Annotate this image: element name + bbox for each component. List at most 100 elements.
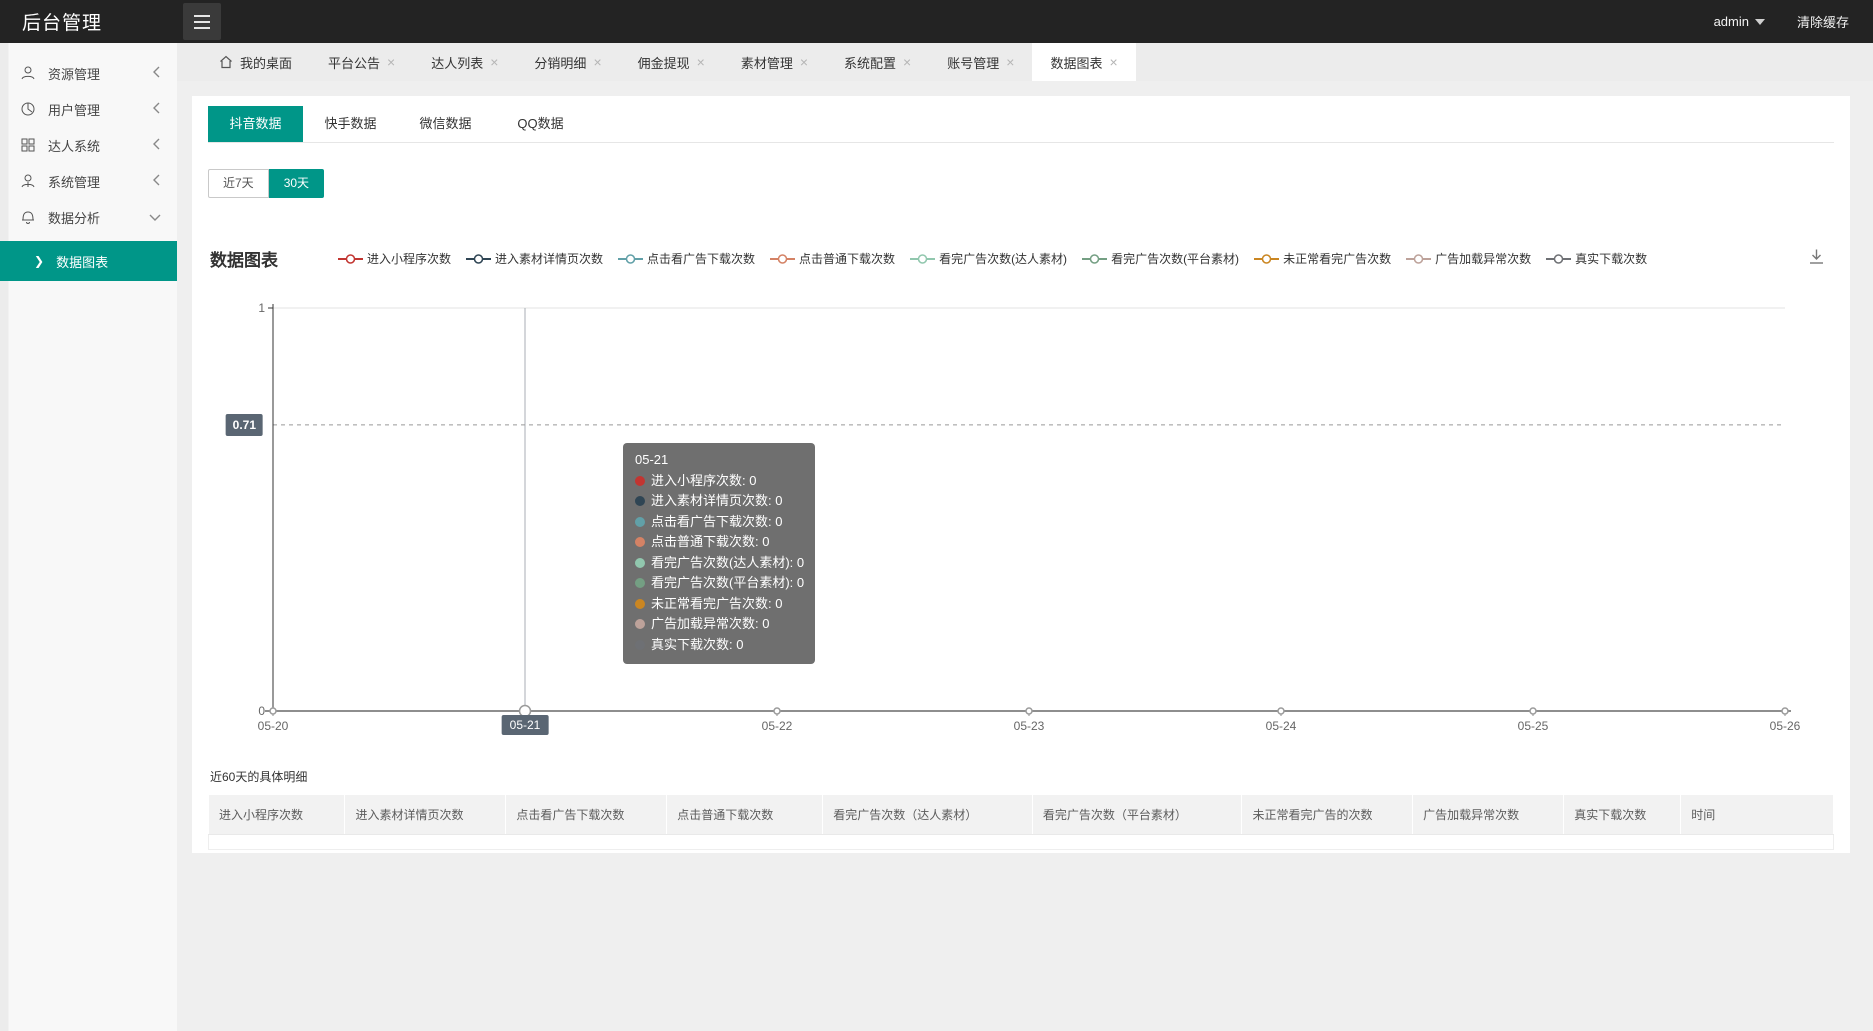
platform-tab-3[interactable]: 微信数据 bbox=[398, 106, 493, 142]
chart-legend: 进入小程序次数进入素材详情页次数点击看广告下载次数点击普通下载次数看完广告次数(… bbox=[338, 250, 1789, 267]
sidebar-subitem-data-chart[interactable]: ❯数据图表 bbox=[0, 241, 177, 281]
range-button-group: 近7天30天 bbox=[208, 169, 1850, 198]
legend-item-1[interactable]: 进入小程序次数 bbox=[338, 250, 451, 267]
user-menu[interactable]: admin bbox=[1696, 14, 1783, 29]
tooltip-series-dot bbox=[635, 537, 645, 547]
mark-line-label: 0.71 bbox=[226, 414, 263, 436]
hamburger-menu-icon[interactable] bbox=[183, 3, 221, 40]
tooltip-row-text: 进入素材详情页次数: 0 bbox=[651, 491, 782, 512]
table-header-4: 点击普通下载次数 bbox=[667, 795, 823, 835]
tooltip-row: 进入小程序次数: 0 bbox=[635, 471, 803, 492]
tooltip-series-dot bbox=[635, 496, 645, 506]
legend-item-4[interactable]: 点击普通下载次数 bbox=[770, 250, 895, 267]
table-empty-cell bbox=[1413, 835, 1564, 850]
window-tab-2[interactable]: 平台公告× bbox=[310, 43, 413, 81]
admin-icon bbox=[20, 173, 36, 189]
legend-marker-icon bbox=[1082, 254, 1107, 264]
window-tab-8[interactable]: 账号管理× bbox=[929, 43, 1032, 81]
legend-label: 看完广告次数(平台素材) bbox=[1111, 250, 1239, 267]
range-button-2[interactable]: 30天 bbox=[269, 169, 324, 198]
close-icon[interactable]: × bbox=[1109, 54, 1117, 70]
close-icon[interactable]: × bbox=[593, 54, 601, 70]
tooltip-row-text: 进入小程序次数: 0 bbox=[651, 471, 756, 492]
tooltip-row-text: 点击普通下载次数: 0 bbox=[651, 532, 769, 553]
legend-label: 进入小程序次数 bbox=[367, 250, 451, 267]
platform-tab-4[interactable]: QQ数据 bbox=[493, 106, 588, 142]
tooltip-series-dot bbox=[635, 599, 645, 609]
tooltip-row: 未正常看完广告次数: 0 bbox=[635, 594, 803, 615]
legend-item-8[interactable]: 广告加载异常次数 bbox=[1406, 250, 1531, 267]
sidebar-item-4[interactable]: 系统管理 bbox=[0, 163, 177, 199]
legend-item-7[interactable]: 未正常看完广告次数 bbox=[1254, 250, 1391, 267]
window-tab-9[interactable]: 数据图表× bbox=[1032, 43, 1135, 81]
window-tab-label: 达人列表 bbox=[431, 53, 483, 72]
globe-icon bbox=[20, 101, 36, 117]
clear-cache-button[interactable]: 清除缓存 bbox=[1783, 12, 1873, 31]
window-tab-7[interactable]: 系统配置 × bbox=[826, 43, 929, 81]
table-empty-cell bbox=[1681, 835, 1834, 850]
window-tab-label: 佣金提现 bbox=[638, 53, 690, 72]
close-icon[interactable]: × bbox=[697, 54, 705, 70]
window-tab-1[interactable]: 我的桌面 bbox=[201, 43, 310, 81]
table-header-8: 广告加载异常次数 bbox=[1413, 795, 1564, 835]
close-icon[interactable]: × bbox=[490, 54, 498, 70]
close-icon[interactable]: × bbox=[387, 54, 395, 70]
chart-title: 数据图表 bbox=[210, 246, 278, 271]
chart-plot-area[interactable]: 010.7105-2005-2105-2205-2305-2405-2505-2… bbox=[192, 300, 1850, 746]
username: admin bbox=[1714, 14, 1749, 29]
tooltip-row: 看完广告次数(平台素材): 0 bbox=[635, 573, 803, 594]
range-button-1[interactable]: 近7天 bbox=[208, 169, 269, 198]
legend-label: 点击普通下载次数 bbox=[799, 250, 895, 267]
close-icon[interactable]: × bbox=[903, 54, 911, 70]
legend-item-2[interactable]: 进入素材详情页次数 bbox=[466, 250, 603, 267]
tooltip-row-text: 看完广告次数(达人素材): 0 bbox=[651, 553, 804, 574]
tooltip-row: 进入素材详情页次数: 0 bbox=[635, 491, 803, 512]
window-tab-label: 系统配置 bbox=[844, 53, 896, 72]
legend-marker-icon bbox=[618, 254, 643, 264]
legend-marker-icon bbox=[910, 254, 935, 264]
window-tab-6[interactable]: 素材管理× bbox=[723, 43, 826, 81]
table-header-7: 未正常看完广告的次数 bbox=[1242, 795, 1413, 835]
table-header-3: 点击看广告下载次数 bbox=[506, 795, 667, 835]
legend-item-9[interactable]: 真实下载次数 bbox=[1546, 250, 1647, 267]
x-axis-pointer-label: 05-21 bbox=[502, 715, 549, 735]
legend-marker-icon bbox=[466, 254, 491, 264]
table-header-10: 时间 bbox=[1681, 795, 1834, 835]
legend-label: 点击看广告下载次数 bbox=[647, 250, 755, 267]
table-empty-cell bbox=[1242, 835, 1413, 850]
legend-label: 真实下载次数 bbox=[1575, 250, 1647, 267]
legend-marker-icon bbox=[1546, 254, 1571, 264]
download-icon[interactable] bbox=[1807, 247, 1826, 271]
legend-item-3[interactable]: 点击看广告下载次数 bbox=[618, 250, 755, 267]
window-tab-label: 分销明细 bbox=[534, 53, 586, 72]
chevron-left-icon bbox=[152, 66, 161, 81]
close-icon[interactable]: × bbox=[800, 54, 808, 70]
y-axis-label: 0 bbox=[258, 704, 265, 718]
chart-tooltip: 05-21进入小程序次数: 0进入素材详情页次数: 0点击看广告下载次数: 0点… bbox=[623, 443, 815, 664]
platform-tab-2[interactable]: 快手数据 bbox=[303, 106, 398, 142]
sidebar-item-3[interactable]: 达人系统 bbox=[0, 127, 177, 163]
sidebar-item-5[interactable]: 数据分析 bbox=[0, 199, 177, 235]
tooltip-series-dot bbox=[635, 619, 645, 629]
tooltip-row-text: 真实下载次数: 0 bbox=[651, 635, 743, 656]
chevron-right-icon: ❯ bbox=[34, 254, 44, 268]
legend-label: 未正常看完广告次数 bbox=[1283, 250, 1391, 267]
sidebar-item-2[interactable]: 用户管理 bbox=[0, 91, 177, 127]
x-axis-label: 05-24 bbox=[1266, 719, 1297, 733]
user-icon bbox=[20, 65, 36, 81]
legend-marker-icon bbox=[1254, 254, 1279, 264]
sidebar-item-label: 达人系统 bbox=[48, 136, 152, 155]
window-tab-4[interactable]: 分销明细 × bbox=[516, 43, 619, 81]
detail-section-title: 近60天的具体明细 bbox=[210, 768, 307, 785]
sidebar-item-label: 数据分析 bbox=[48, 208, 149, 227]
close-icon[interactable]: × bbox=[1006, 54, 1014, 70]
sidebar-item-label: 系统管理 bbox=[48, 172, 152, 191]
legend-item-6[interactable]: 看完广告次数(平台素材) bbox=[1082, 250, 1239, 267]
tooltip-row-text: 看完广告次数(平台素材): 0 bbox=[651, 573, 804, 594]
window-tab-5[interactable]: 佣金提现 × bbox=[620, 43, 723, 81]
tooltip-row: 点击看广告下载次数: 0 bbox=[635, 512, 803, 533]
sidebar-item-1[interactable]: 资源管理 bbox=[0, 55, 177, 91]
platform-tab-1[interactable]: 抖音数据 bbox=[208, 106, 303, 142]
legend-item-5[interactable]: 看完广告次数(达人素材) bbox=[910, 250, 1067, 267]
window-tab-3[interactable]: 达人列表 × bbox=[413, 43, 516, 81]
